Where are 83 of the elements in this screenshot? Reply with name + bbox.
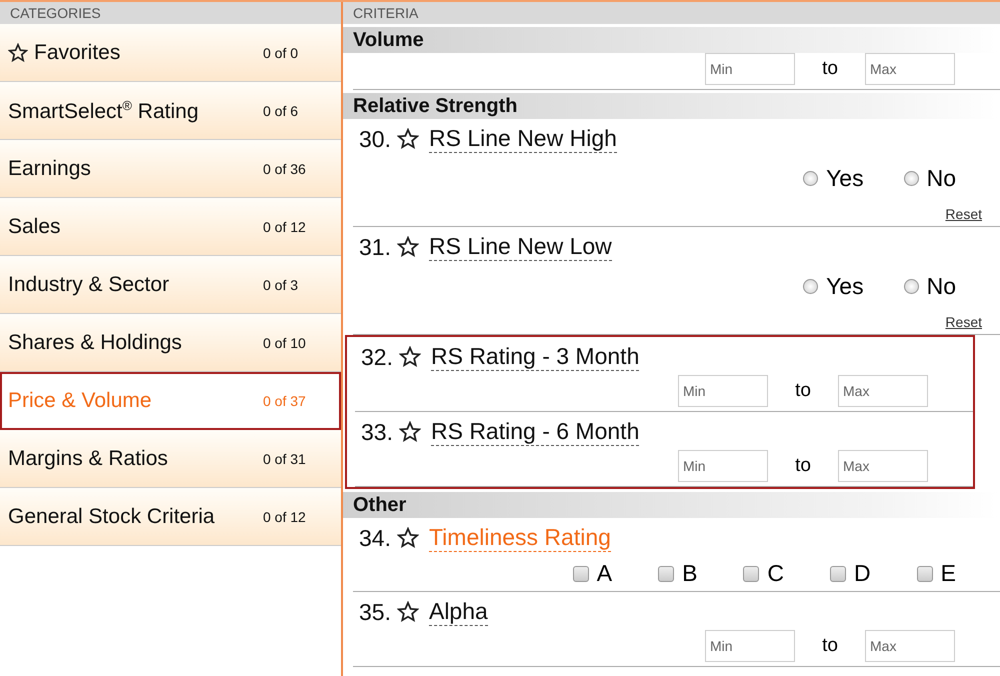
checkbox[interactable]: [916, 566, 933, 582]
category-item[interactable]: Sales 0 of 12: [0, 198, 341, 256]
checkbox-option[interactable]: A: [572, 560, 612, 587]
min-input[interactable]: Min: [678, 450, 768, 482]
option-label: E: [940, 560, 956, 587]
criterion-number: 30.: [359, 126, 391, 152]
category-count: 0 of 37: [263, 392, 307, 408]
category-label: Industry & Sector: [8, 272, 170, 296]
criterion-number: 35.: [359, 598, 391, 626]
category-item[interactable]: Shares & Holdings 0 of 10: [0, 314, 341, 372]
category-count: 0 of 12: [263, 218, 307, 234]
checkbox[interactable]: [572, 566, 589, 582]
star-icon[interactable]: [396, 601, 419, 623]
min-input[interactable]: Min: [705, 630, 795, 662]
option-label: Yes: [826, 273, 864, 300]
to-label: to: [794, 455, 812, 477]
radio-option[interactable]: No: [904, 165, 956, 192]
option-label: Yes: [826, 165, 864, 192]
criterion-number: 33.: [361, 418, 393, 446]
max-input[interactable]: Max: [838, 375, 928, 407]
category-count: 0 of 3: [263, 276, 300, 292]
reset-link[interactable]: Reset: [945, 206, 982, 222]
category-count: 0 of 6: [263, 102, 300, 118]
checkbox[interactable]: [658, 566, 674, 582]
max-input[interactable]: Max: [865, 53, 955, 85]
to-label: to: [821, 58, 839, 80]
checkbox-option[interactable]: D: [830, 560, 871, 587]
option-label: A: [596, 560, 612, 587]
category-count: 0 of 31: [263, 450, 307, 466]
category-item[interactable]: SmartSelect$^{®}$ Rating 0 of 6: [0, 82, 341, 140]
criterion-number: 34.: [359, 524, 391, 552]
category-count: 0 of 10: [263, 334, 307, 350]
panel-header: CRITERIA: [343, 2, 1000, 24]
max-input[interactable]: Max: [838, 450, 928, 482]
min-input[interactable]: Min: [678, 375, 768, 407]
radio-option[interactable]: Yes: [803, 273, 864, 300]
reset-link[interactable]: Reset: [945, 314, 982, 330]
category-count: 0 of 36: [263, 160, 307, 176]
criterion-number: 32.: [361, 344, 393, 370]
category-count: 0 of 12: [263, 508, 307, 524]
star-icon[interactable]: [398, 346, 421, 368]
star-icon[interactable]: [396, 527, 419, 549]
star-icon[interactable]: [396, 236, 419, 258]
category-label: Sales: [8, 214, 61, 238]
panel-header: CATEGORIES: [0, 2, 341, 24]
max-input[interactable]: Max: [865, 630, 955, 662]
criterion-link[interactable]: Alpha: [428, 598, 488, 626]
category-item[interactable]: Margins & Ratios 0 of 31: [0, 430, 341, 488]
to-label: to: [821, 635, 839, 657]
category-label: SmartSelect$^{®}$ Rating: [8, 98, 199, 124]
checkbox[interactable]: [830, 566, 846, 582]
checkbox-option[interactable]: B: [658, 560, 698, 587]
radio-option[interactable]: Yes: [803, 165, 864, 192]
criterion-link[interactable]: RS Rating - 6 Month: [430, 418, 640, 446]
star-icon[interactable]: [398, 421, 421, 443]
min-input[interactable]: Min: [705, 53, 795, 85]
option-label: No: [926, 273, 956, 300]
category-label: Favorites: [34, 40, 120, 64]
criterion-link[interactable]: RS Rating - 3 Month: [430, 343, 640, 371]
criterion-link[interactable]: RS Line New Low: [428, 233, 612, 261]
star-icon: [8, 42, 28, 62]
to-label: to: [794, 380, 812, 402]
category-item[interactable]: Earnings 0 of 36: [0, 140, 341, 198]
criterion-link[interactable]: RS Line New High: [428, 125, 617, 153]
category-label: General Stock Criteria: [8, 504, 215, 528]
radio-option[interactable]: No: [904, 273, 956, 300]
option-label: B: [682, 560, 698, 587]
category-item[interactable]: General Stock Criteria 0 of 12: [0, 488, 341, 546]
category-label: Price & Volume: [8, 388, 152, 412]
category-item[interactable]: Favorites 0 of 0: [0, 24, 341, 82]
category-item[interactable]: Industry & Sector 0 of 3: [0, 256, 341, 314]
star-icon[interactable]: [396, 128, 419, 150]
checkbox[interactable]: [743, 566, 760, 582]
option-label: No: [926, 165, 956, 192]
option-label: C: [767, 560, 784, 587]
category-label: Earnings: [8, 156, 91, 180]
criterion-number: 31.: [359, 234, 391, 260]
checkbox-option[interactable]: C: [743, 560, 784, 587]
category-label: Margins & Ratios: [8, 446, 168, 470]
category-count: 0 of 0: [263, 44, 300, 60]
option-label: D: [854, 560, 871, 587]
category-label: Shares & Holdings: [8, 330, 182, 354]
checkbox-option[interactable]: E: [916, 560, 956, 587]
